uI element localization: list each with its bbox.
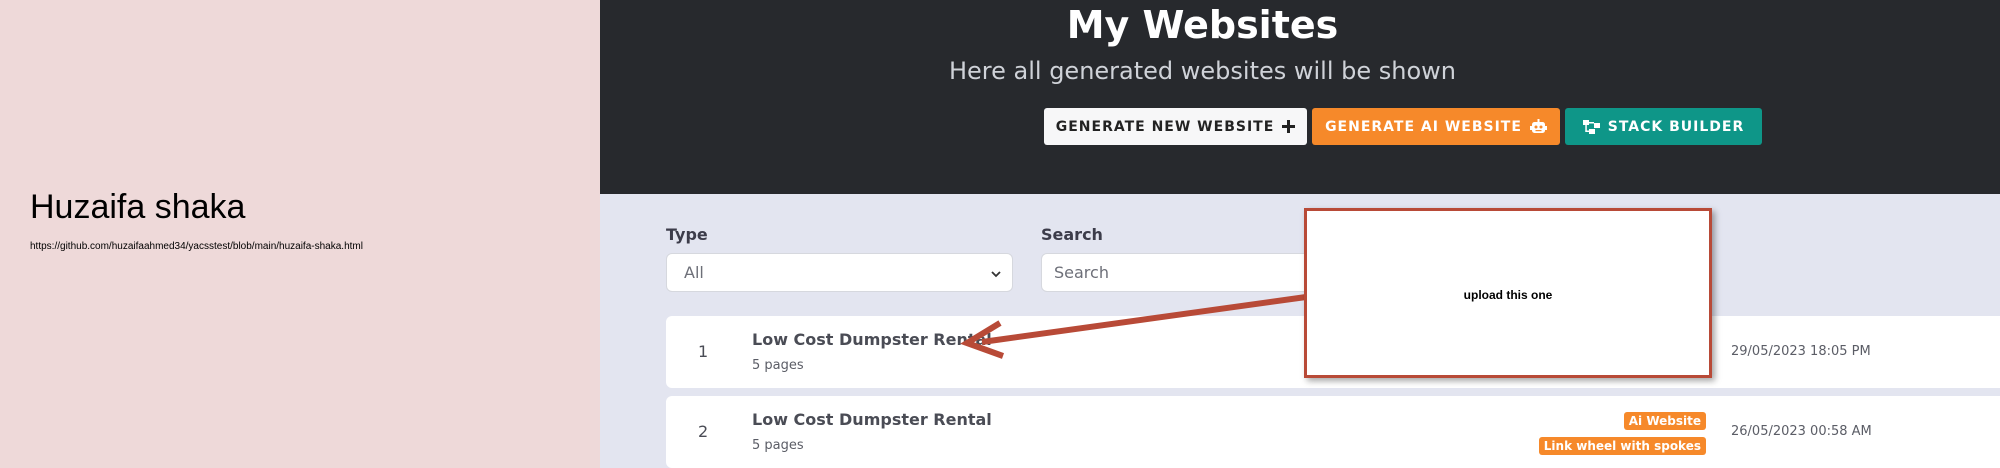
page-title: My Websites bbox=[1066, 3, 1339, 47]
website-name[interactable]: Low Cost Dumpster Rental bbox=[752, 410, 992, 429]
link-wheel-badge: Link wheel with spokes bbox=[1538, 437, 1706, 455]
generate-new-website-label: GENERATE NEW WEBSITE bbox=[1055, 118, 1275, 135]
website-page-count: 5 pages bbox=[752, 438, 804, 453]
page-subtitle: Here all generated websites will be show… bbox=[948, 57, 1457, 85]
type-select-value: All bbox=[684, 263, 704, 282]
search-filter-label: Search bbox=[1041, 225, 1103, 244]
left-pane-url[interactable]: https://github.com/huzaifaahmed34/yacsst… bbox=[30, 241, 363, 252]
row-index: 1 bbox=[698, 342, 709, 361]
page-header: My Websites Here all generated websites … bbox=[600, 0, 2000, 194]
type-select[interactable]: All bbox=[666, 253, 1013, 292]
annotation-text: upload this one bbox=[1463, 288, 1553, 302]
generate-new-website-button[interactable]: GENERATE NEW WEBSITE bbox=[1044, 108, 1307, 145]
generate-ai-website-button[interactable]: GENERATE AI WEBSITE bbox=[1312, 108, 1560, 145]
ai-website-badge: Ai Website bbox=[1623, 412, 1706, 430]
row-index: 2 bbox=[698, 422, 709, 441]
left-pane-title: Huzaifa shaka bbox=[30, 188, 246, 226]
generate-ai-website-label: GENERATE AI WEBSITE bbox=[1325, 118, 1522, 135]
stack-builder-label: STACK BUILDER bbox=[1607, 118, 1745, 135]
website-date: 29/05/2023 18:05 PM bbox=[1731, 344, 1871, 359]
website-name[interactable]: Low Cost Dumpster Rental bbox=[752, 330, 992, 349]
chevron-down-icon bbox=[990, 265, 1002, 284]
sitemap-icon bbox=[1582, 119, 1600, 134]
website-row[interactable]: 2 Low Cost Dumpster Rental 5 pages Ai We… bbox=[666, 396, 2000, 468]
left-pane: Huzaifa shaka https://github.com/huzaifa… bbox=[0, 0, 600, 468]
type-filter-label: Type bbox=[666, 225, 708, 244]
plus-icon bbox=[1282, 120, 1296, 133]
website-page-count: 5 pages bbox=[752, 358, 804, 373]
website-date: 26/05/2023 00:58 AM bbox=[1731, 424, 1872, 439]
search-input[interactable] bbox=[1041, 253, 1321, 292]
stack-builder-button[interactable]: STACK BUILDER bbox=[1565, 108, 1762, 145]
robot-icon bbox=[1529, 119, 1547, 134]
annotation-callout: upload this one bbox=[1304, 208, 1712, 378]
